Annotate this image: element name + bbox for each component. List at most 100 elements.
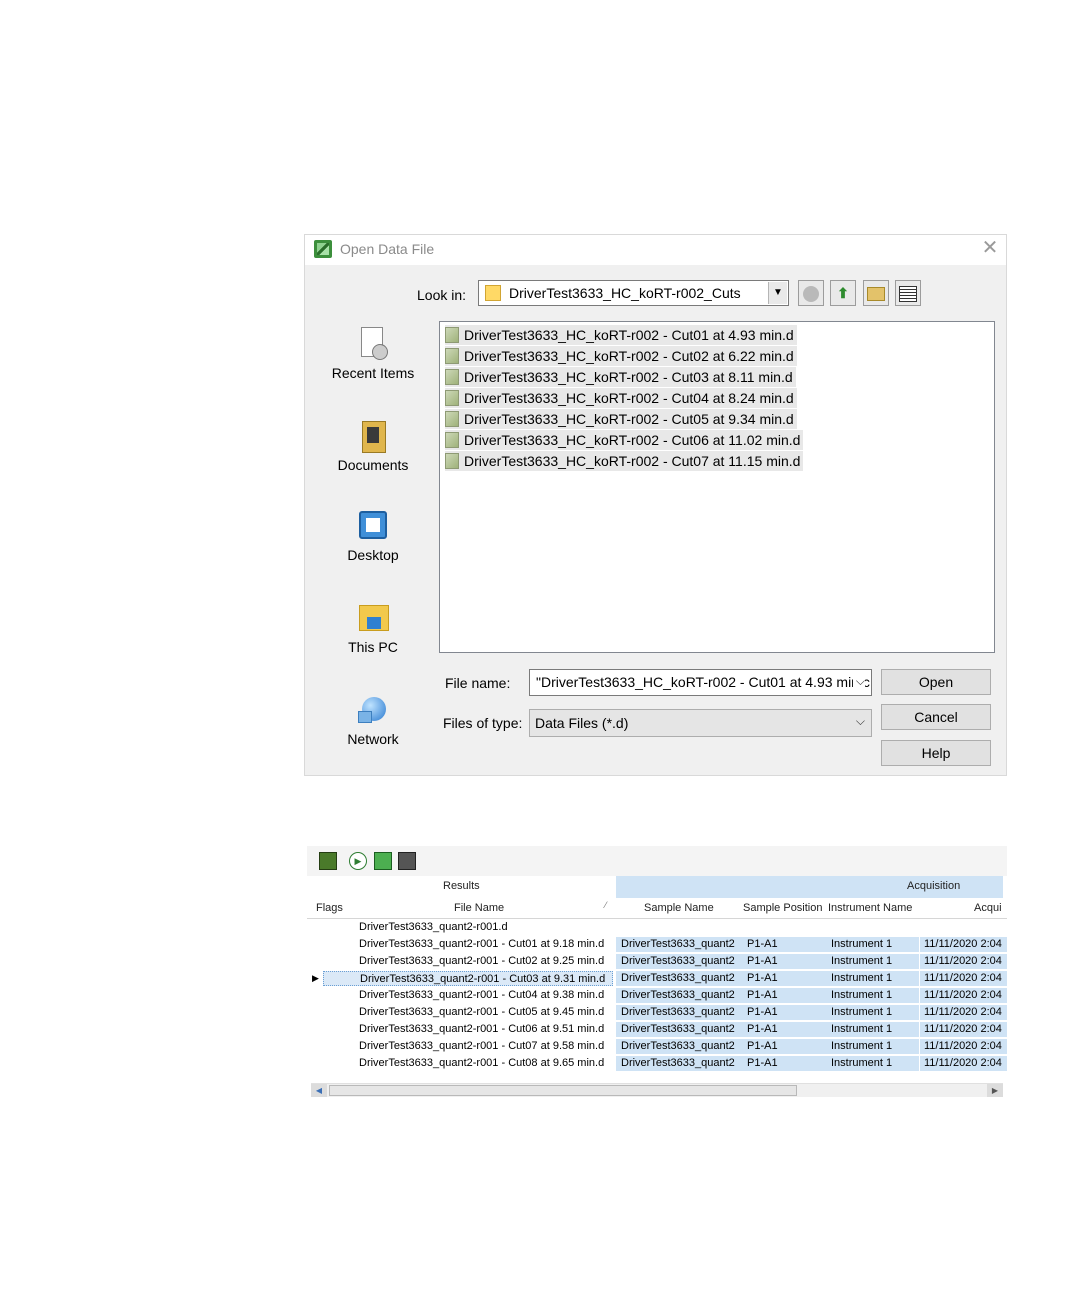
cell-file-name: DriverTest3633_quant2-r001 - Cut02 at 9.… [359,955,605,967]
places-bar: Recent Items Documents Desktop This PC N… [317,323,429,763]
cell-instrument-name: Instrument 1 [827,988,919,1003]
files-of-type-select[interactable]: Data Files (*.d) ⌵ [529,709,872,737]
data-file-icon [445,390,459,406]
table-row[interactable]: DriverTest3633_quant2-r001 - Cut07 at 9.… [307,1038,1007,1055]
batch-icon[interactable] [319,852,337,870]
file-list-item[interactable]: DriverTest3633_HC_koRT-r002 - Cut03 at 8… [445,367,796,387]
column-header-instrument-name[interactable]: Instrument Name [828,902,912,914]
cell-sample-position: P1-A1 [743,988,827,1003]
place-desktop[interactable]: Desktop [317,509,429,563]
place-documents[interactable]: Documents [317,419,429,473]
refresh-icon[interactable] [374,852,392,870]
look-in-label: Look in: [417,287,467,303]
cell-acquisition-date: 11/11/2020 2:04 [920,1005,1007,1020]
cancel-button[interactable]: Cancel [881,704,991,730]
file-list-item[interactable]: DriverTest3633_HC_koRT-r002 - Cut07 at 1… [445,451,804,471]
look-in-combobox[interactable]: DriverTest3633_HC_koRT-r002_Cuts ▼ [478,280,789,306]
file-name: DriverTest3633_HC_koRT-r002 - Cut03 at 8… [464,369,793,385]
column-header-sample-position[interactable]: Sample Position [743,902,823,914]
chevron-down-icon[interactable]: ▼ [768,282,787,304]
cell-sample-position: P1-A1 [743,937,827,952]
row-pointer-icon: ▶ [312,973,319,983]
help-button[interactable]: Help [881,740,991,766]
column-header-acquisition[interactable]: Acqui [974,902,1002,914]
cell-acquisition-date: 11/11/2020 2:04 [920,954,1007,969]
up-folder-button[interactable]: ⬆ [830,280,856,306]
place-recent-items[interactable]: Recent Items [317,327,429,381]
cell-file-name: DriverTest3633_quant2-r001 - Cut01 at 9.… [359,938,605,950]
place-label: Network [347,731,399,747]
file-list[interactable]: DriverTest3633_HC_koRT-r002 - Cut01 at 4… [439,321,995,653]
cell-sample-name: DriverTest3633_quant2 [616,1005,745,1020]
table-row[interactable]: DriverTest3633_quant2-r001 - Cut08 at 9.… [307,1055,1007,1072]
report-icon[interactable] [398,852,416,870]
cell-instrument-name: Instrument 1 [827,954,919,969]
chevron-down-icon: ⌵ [855,714,865,728]
table-row-selected[interactable]: ▶ DriverTest3633_quant2-r001 - Cut03 at … [307,970,1007,987]
place-network[interactable]: Network [317,693,429,747]
results-grid: ▶ Results Acquisition Flags File Name ⁄ … [307,846,1007,1097]
file-name: DriverTest3633_HC_koRT-r002 - Cut06 at 1… [464,432,801,448]
file-name: DriverTest3633_HC_koRT-r002 - Cut01 at 4… [464,327,794,343]
cell-sample-name: DriverTest3633_quant2 [616,988,745,1003]
play-icon[interactable]: ▶ [349,852,367,870]
table-row[interactable]: DriverTest3633_quant2-r001 - Cut02 at 9.… [307,953,1007,970]
horizontal-scrollbar[interactable]: ◀ ▶ [311,1083,1003,1097]
cell-instrument-name: Instrument 1 [827,971,919,986]
table-row[interactable]: DriverTest3633_quant2-r001 - Cut05 at 9.… [307,1004,1007,1021]
cell-sample-name: DriverTest3633_quant2 [616,971,745,986]
cell-file-name: DriverTest3633_quant2-r001 - Cut04 at 9.… [359,989,605,1001]
chevron-down-icon[interactable]: ⌵ [852,674,865,689]
cell-sample-name: DriverTest3633_quant2 [616,1039,745,1054]
close-icon[interactable]: ✕ [979,237,1001,259]
data-file-icon [445,453,459,469]
table-row[interactable]: DriverTest3633_quant2-r001.d [307,919,1007,936]
acquisition-group-header: Acquisition [616,876,1003,898]
cell-sample-position: P1-A1 [743,1039,827,1054]
table-row[interactable]: DriverTest3633_quant2-r001 - Cut04 at 9.… [307,987,1007,1004]
file-list-item[interactable]: DriverTest3633_HC_koRT-r002 - Cut06 at 1… [445,430,804,450]
documents-icon [356,419,390,453]
cell-acquisition-date: 11/11/2020 2:04 [920,1056,1007,1071]
back-button[interactable] [798,280,824,306]
table-row[interactable]: DriverTest3633_quant2-r001 - Cut06 at 9.… [307,1021,1007,1038]
new-folder-button[interactable] [863,280,889,306]
acquisition-group-label: Acquisition [907,880,961,892]
place-label: Desktop [347,547,399,563]
cell-sample-name: DriverTest3633_quant2 [616,1022,745,1037]
scroll-right-icon[interactable]: ▶ [987,1084,1003,1097]
this-pc-icon [356,601,390,635]
cell-sample-position: P1-A1 [743,971,827,986]
column-header-file-name[interactable]: File Name [454,902,504,914]
file-list-item[interactable]: DriverTest3633_HC_koRT-r002 - Cut04 at 8… [445,388,797,408]
results-group-label: Results [443,880,480,892]
grid-body: DriverTest3633_quant2-r001.d DriverTest3… [307,919,1007,1079]
grid-toolbar: ▶ [307,846,1007,876]
cell-instrument-name: Instrument 1 [827,937,919,952]
scrollbar-thumb[interactable] [329,1085,797,1096]
files-of-type-label: Files of type: [443,715,523,731]
app-icon [314,240,332,258]
data-file-icon [445,348,459,364]
file-name-input[interactable]: "DriverTest3633_HC_koRT-r002 - Cut01 at … [529,669,872,696]
file-list-item[interactable]: DriverTest3633_HC_koRT-r002 - Cut01 at 4… [445,325,797,345]
file-name: DriverTest3633_HC_koRT-r002 - Cut05 at 9… [464,411,794,427]
scroll-left-icon[interactable]: ◀ [311,1084,327,1097]
cell-sample-position: P1-A1 [743,954,827,969]
cell-acquisition-date: 11/11/2020 2:04 [920,971,1007,986]
column-header-flags[interactable]: Flags [316,902,343,914]
file-list-item[interactable]: DriverTest3633_HC_koRT-r002 - Cut05 at 9… [445,409,797,429]
cell-sample-name: DriverTest3633_quant2 [616,1056,745,1071]
up-folder-icon: ⬆ [837,285,849,301]
cell-sample-position: P1-A1 [743,1005,827,1020]
file-list-item[interactable]: DriverTest3633_HC_koRT-r002 - Cut02 at 6… [445,346,797,366]
data-file-icon [445,327,459,343]
cell-file-name: DriverTest3633_quant2-r001 - Cut07 at 9.… [359,1040,605,1052]
column-header-row: Flags File Name ⁄ Sample Name Sample Pos… [307,898,1007,919]
file-name-value: "DriverTest3633_HC_koRT-r002 - Cut01 at … [536,674,870,690]
place-this-pc[interactable]: This PC [317,601,429,655]
view-menu-button[interactable] [895,280,921,306]
table-row[interactable]: DriverTest3633_quant2-r001 - Cut01 at 9.… [307,936,1007,953]
open-button[interactable]: Open [881,669,991,695]
column-header-sample-name[interactable]: Sample Name [644,902,714,914]
